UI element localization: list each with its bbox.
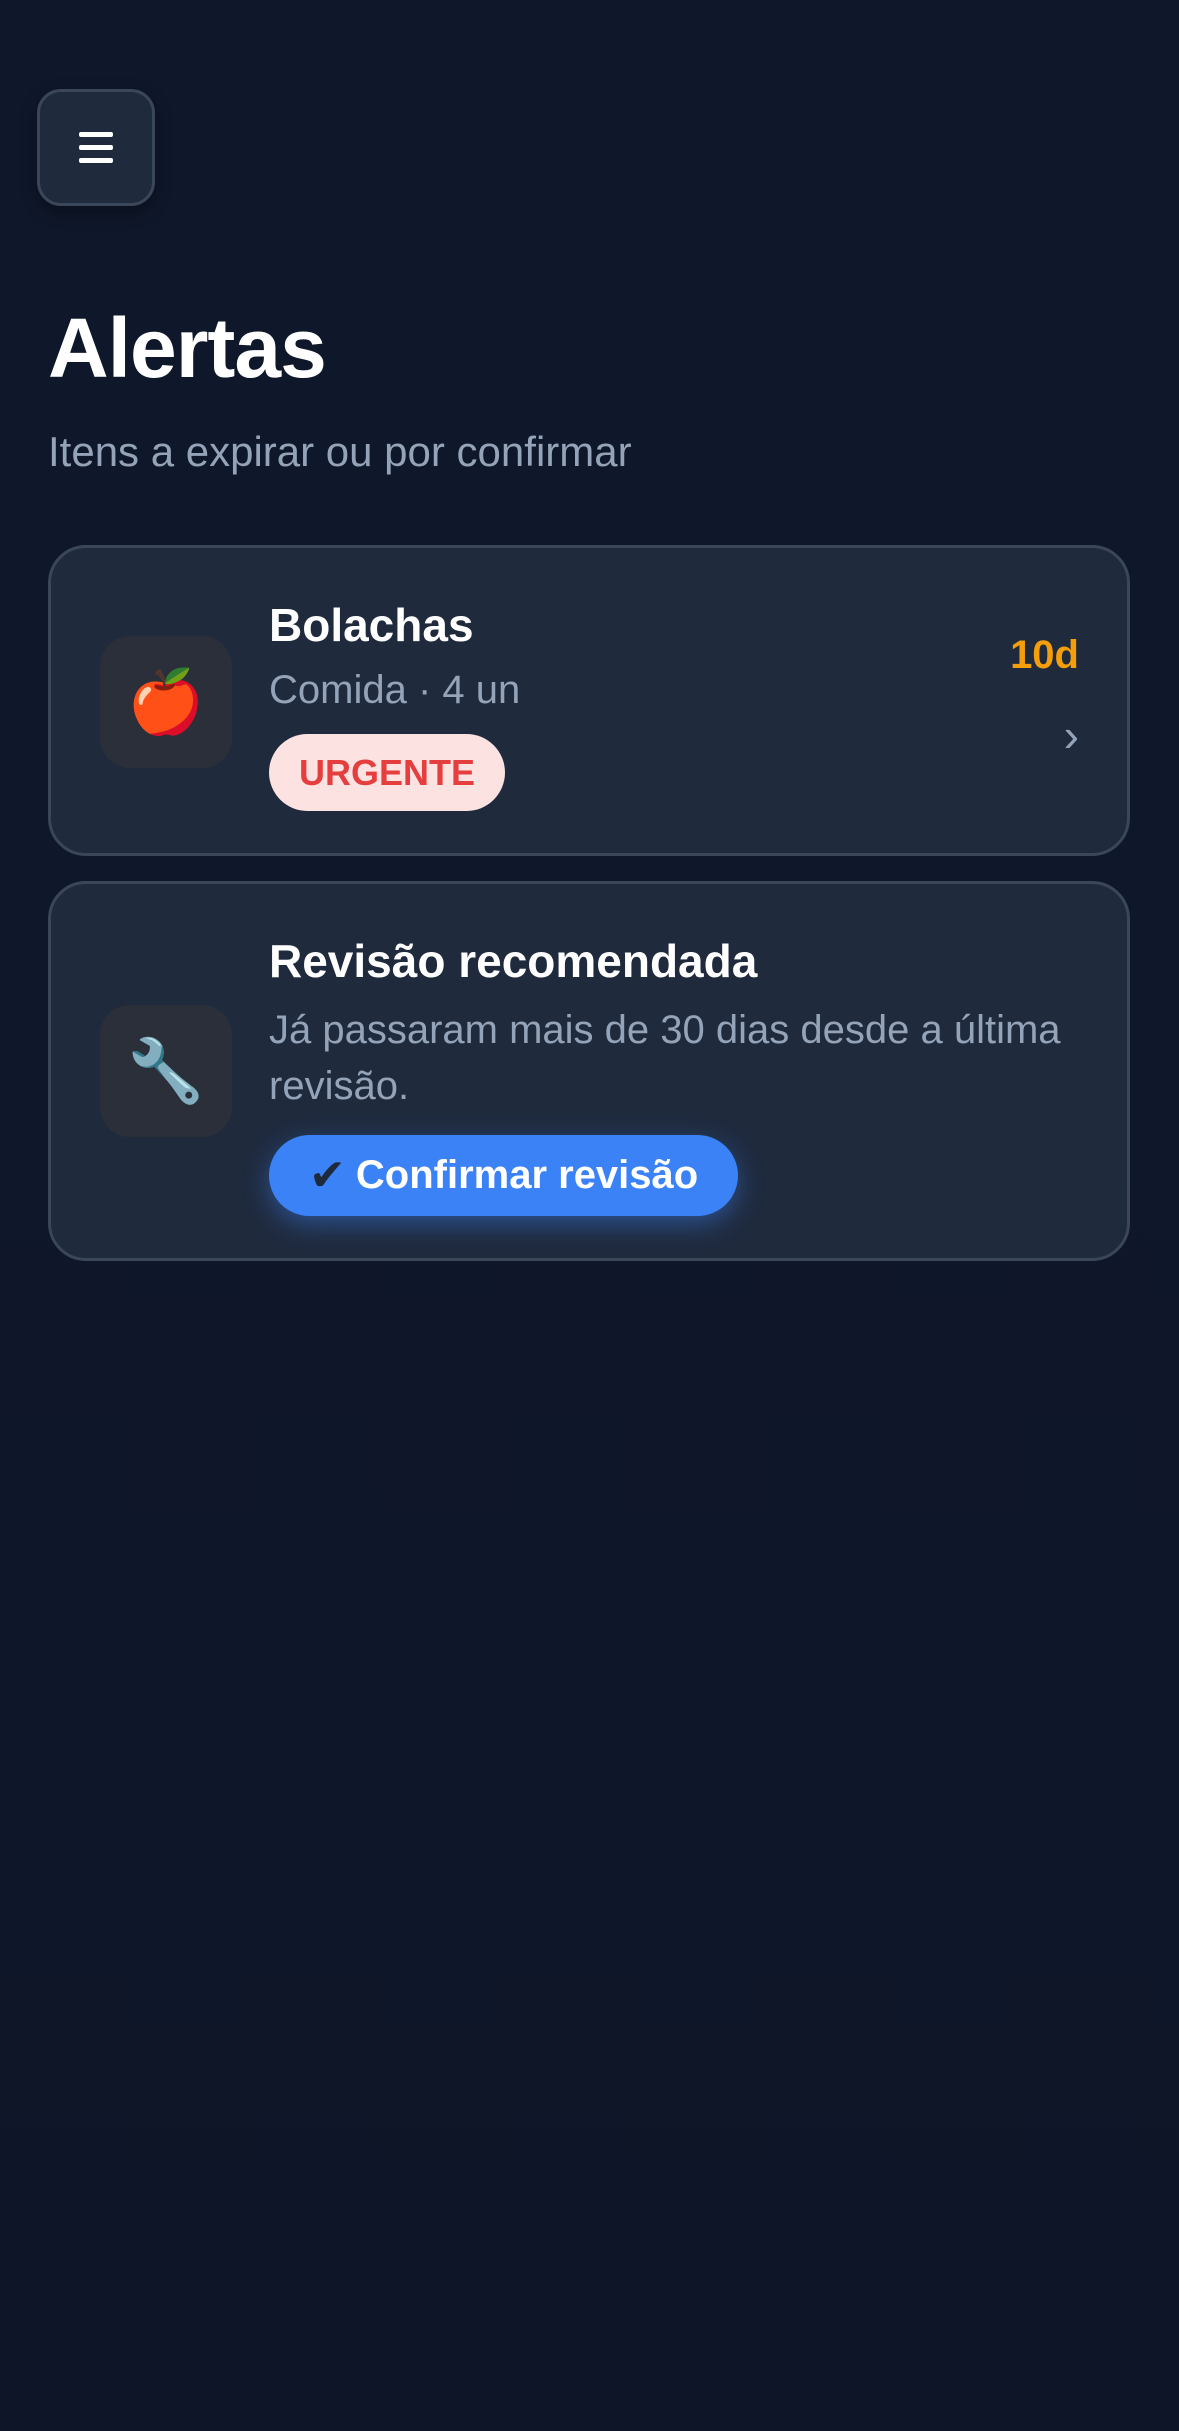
check-icon: ✔	[309, 1151, 346, 1200]
alert-description: Já passaram mais de 30 dias desde a últi…	[269, 1008, 1061, 1108]
alert-title: Bolachas	[269, 599, 474, 651]
hamburger-menu-icon	[79, 132, 113, 163]
alert-card-revisao: 🔧 Revisão recomendada Já passaram mais d…	[48, 881, 1130, 1261]
menu-button[interactable]	[37, 89, 155, 206]
alert-card-bolachas[interactable]: 🍎 Bolachas Comida · 4 un URGENTE 10d ›	[48, 545, 1130, 856]
alert-meta: Comida · 4 un	[269, 668, 521, 712]
page-title: Alertas	[48, 301, 327, 395]
urgent-badge: URGENTE	[269, 734, 506, 811]
alert-title: Revisão recomendada	[269, 935, 758, 987]
apple-icon: 🍎	[100, 636, 232, 768]
days-left: 10d	[1010, 633, 1079, 677]
chevron-right-icon: ›	[1063, 709, 1079, 761]
confirm-review-button[interactable]: ✔ Confirmar revisão	[269, 1135, 739, 1216]
confirm-review-label: Confirmar revisão	[355, 1153, 699, 1197]
wrench-icon: 🔧	[100, 1005, 232, 1137]
page-subtitle: Itens a expirar ou por confirmar	[48, 428, 632, 475]
